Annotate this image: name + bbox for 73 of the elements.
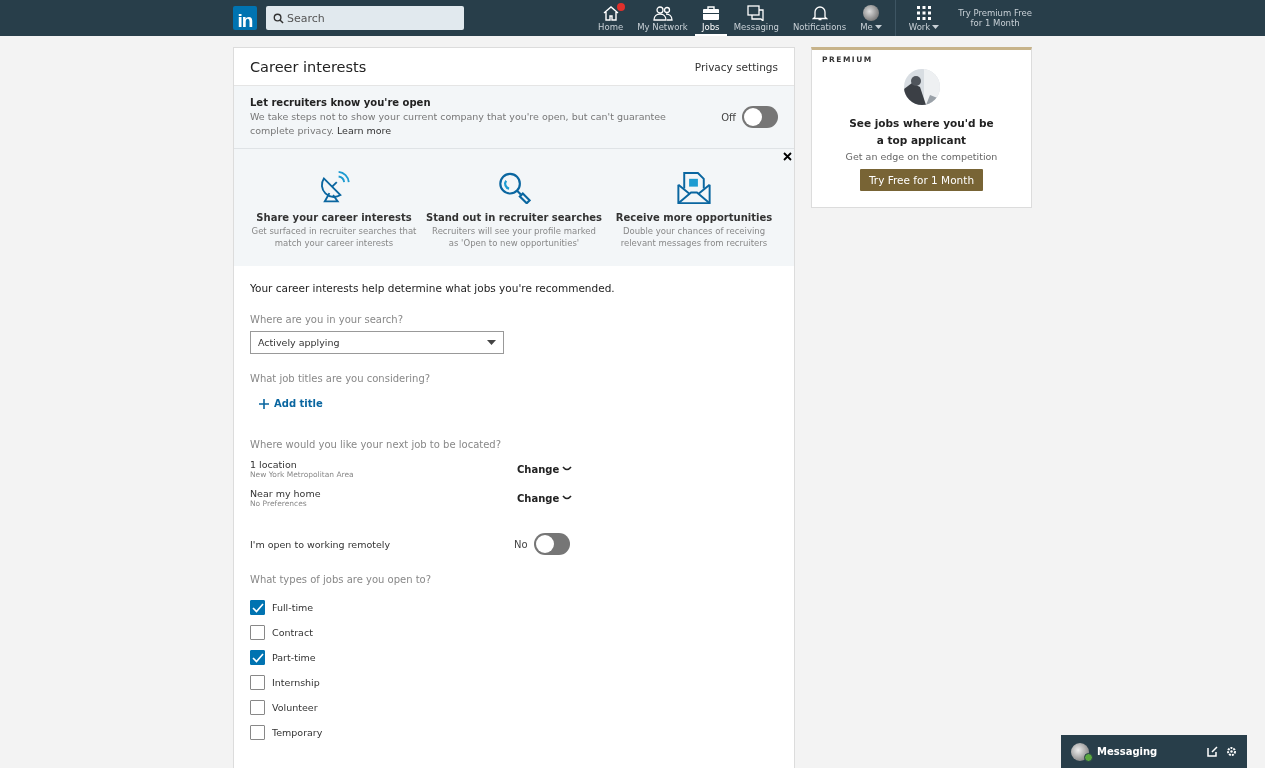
chevron-icon xyxy=(562,495,573,501)
nav-item[interactable]: Notifications xyxy=(785,0,854,36)
checkbox-label: Part-time xyxy=(272,652,316,663)
checkbox[interactable] xyxy=(250,625,265,640)
search-icon xyxy=(497,171,531,205)
checkbox[interactable] xyxy=(250,725,265,740)
work-menu[interactable]: Work xyxy=(901,0,947,36)
location-title: Near my home xyxy=(250,488,322,499)
checkbox-label: Temporary xyxy=(272,727,323,738)
question-label: What types of jobs are you open to? xyxy=(250,574,432,585)
ad-text: Get an edge on the competition xyxy=(845,150,998,162)
checkbox[interactable] xyxy=(250,675,265,690)
plus-icon xyxy=(259,398,269,409)
toggle-label: No xyxy=(514,538,528,550)
nav-item[interactable]: Me xyxy=(853,0,889,36)
search-icon xyxy=(273,13,284,24)
card-title: Career interests xyxy=(250,58,367,75)
stage-dropdown[interactable]: Actively applying xyxy=(250,331,504,354)
setting-title: Let recruiters know you're open xyxy=(250,97,432,109)
bell-icon xyxy=(811,5,828,21)
learn-more-link[interactable]: Learn more xyxy=(336,124,392,136)
avatar xyxy=(862,5,879,21)
try-free-button[interactable]: Try Free for 1 Month xyxy=(859,168,984,191)
checkbox[interactable] xyxy=(250,600,265,615)
messaging-label: Messaging xyxy=(1097,746,1159,757)
checkbox-label: Internship xyxy=(272,677,320,688)
checkbox-label: Contract xyxy=(272,627,313,638)
nav-item[interactable]: Jobs xyxy=(694,0,727,36)
home-icon xyxy=(601,5,620,21)
chevron-icon xyxy=(562,466,573,472)
avatar xyxy=(1071,742,1089,761)
benefit-title: Stand out in recruiter searches xyxy=(425,212,603,224)
ad-headline: See jobs where you'd be a top applicant xyxy=(848,116,995,148)
people-icon xyxy=(652,5,673,21)
change-button[interactable]: Change xyxy=(517,492,573,504)
benefit-title: Share your career interests xyxy=(256,212,412,224)
search-field[interactable]: Search xyxy=(266,6,464,30)
caret-icon xyxy=(932,25,940,29)
benefit-description: Recruiters will see your profile marked as 'Open to new opportunities' xyxy=(431,226,597,250)
settings-icon[interactable] xyxy=(1226,746,1237,757)
chat-icon xyxy=(747,5,766,21)
toggle-switch[interactable] xyxy=(533,533,570,555)
premium-link[interactable]: Try Premium Free for 1 Month xyxy=(958,7,1032,29)
logo[interactable]: in xyxy=(233,6,257,30)
checkbox-label: Volunteer xyxy=(272,702,318,713)
envelope-icon xyxy=(676,171,712,205)
change-button[interactable]: Change xyxy=(517,463,573,475)
toggle-label: Off xyxy=(721,111,736,123)
toggle-switch[interactable] xyxy=(742,106,778,128)
nav-item[interactable]: My Network xyxy=(630,0,695,36)
close-icon[interactable] xyxy=(783,152,792,161)
grid-icon xyxy=(917,6,931,20)
question-label: Where would you like your next job to be located? xyxy=(250,439,502,450)
checkbox[interactable] xyxy=(250,650,265,665)
checkbox[interactable] xyxy=(250,700,265,715)
question-label: What job titles are you considering? xyxy=(250,373,432,384)
benefit-title: Receive more opportunities xyxy=(615,212,773,224)
benefit-description: Double your chances of receiving relevant messages from recruiters xyxy=(619,226,769,250)
location-title: 1 location xyxy=(250,459,298,470)
add-title-button[interactable]: Add title xyxy=(259,398,778,409)
setting-description: We take steps not to show your current company that you're open, but can't guarantee complete privacy. Learn more xyxy=(250,110,667,137)
setting-label: I'm open to working remotely xyxy=(250,538,392,550)
messaging-bar[interactable]: Messaging xyxy=(1061,735,1247,768)
nav-item[interactable]: Home xyxy=(591,0,631,36)
caret-icon xyxy=(487,340,496,345)
question-label: Where are you in your search? xyxy=(250,314,404,325)
privacy-settings-link[interactable]: Privacy settings xyxy=(694,60,778,73)
briefcase-icon xyxy=(701,5,720,21)
benefit-description: Get surfaced in recruiter searches that match your career interests xyxy=(250,226,418,250)
nav-item[interactable]: Messaging xyxy=(726,0,786,36)
checkbox-label: Full-time xyxy=(272,602,314,613)
compose-icon[interactable] xyxy=(1207,746,1218,757)
intro-text: Your career interests help determine what jobs you're recommended. xyxy=(250,282,616,294)
